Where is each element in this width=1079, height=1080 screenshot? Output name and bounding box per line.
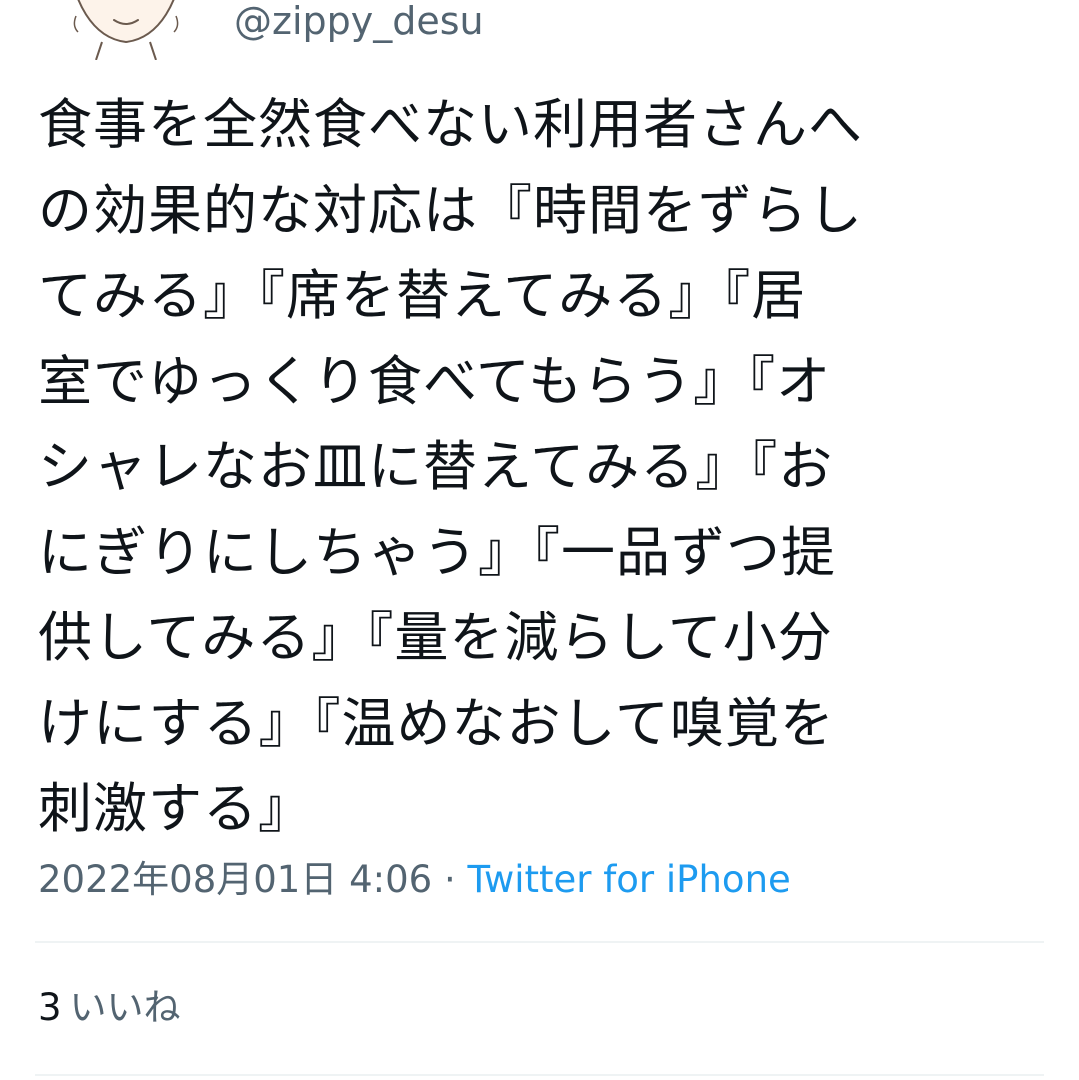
likes-label: いいね — [69, 986, 181, 1029]
likes-stat[interactable]: 3 いいね — [38, 983, 181, 1033]
likes-count: 3 — [38, 986, 62, 1029]
author-handle[interactable]: @zippy_desu — [234, 0, 484, 46]
tweet-text-line: 刺激する』 — [38, 777, 313, 840]
divider — [35, 941, 1044, 943]
tweet-meta: 2022年08月01日 4:06 · Twitter for iPhone — [38, 856, 791, 904]
tweet-text-line: にぎりにしちゃう』『一品ずつ提 — [38, 520, 836, 584]
tweet-header: @zippy_desu — [0, 0, 1079, 70]
tweet-source-link[interactable]: Twitter for iPhone — [467, 858, 790, 901]
tweet-text-line: 食事を全然食べない利用者さんへ — [38, 93, 863, 156]
tweet-body: 食事を全然食べない利用者さんへ の効果的な対応は『時間をずらし てみる』『席を替… — [38, 82, 1038, 852]
tweet-text-line: てみる』『席を替えてみる』『居 — [38, 264, 807, 327]
tweet-text-line: 室でゆっくり食べてもらう』『オ — [38, 349, 832, 413]
tweet-text-line: の効果的な対応は『時間をずらし — [38, 178, 863, 242]
tweet-timestamp[interactable]: 2022年08月01日 4:06 — [38, 858, 432, 901]
meta-separator: · — [432, 858, 468, 901]
avatar[interactable] — [62, 0, 190, 60]
illustrated-face-avatar-icon — [73, 0, 179, 60]
tweet-text-line: けにする』『温めなおして嗅覚を — [38, 691, 835, 755]
divider — [35, 1074, 1044, 1076]
tweet-text-line: 供してみる』『量を減らして小分 — [38, 606, 833, 669]
tweet-text-line: シャレなお皿に替えてみる』『お — [38, 435, 834, 498]
